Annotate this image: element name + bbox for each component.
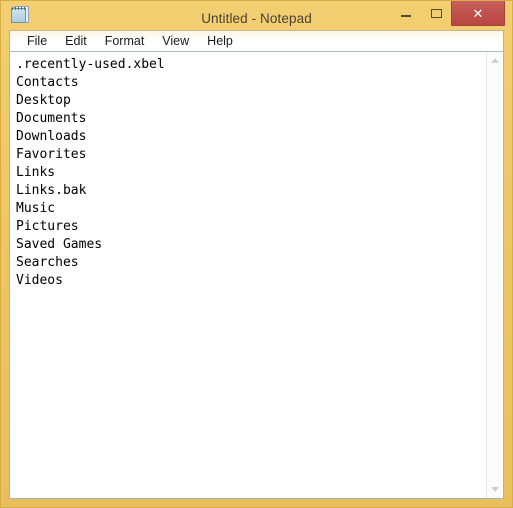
minimize-icon	[401, 15, 411, 17]
editor-line: Downloads	[16, 129, 87, 144]
maximize-icon	[430, 9, 442, 18]
scroll-down-arrow-icon	[491, 487, 499, 492]
menu-item-format[interactable]: Format	[96, 31, 154, 51]
minimize-button[interactable]	[391, 1, 421, 26]
editor-line: Documents	[16, 111, 87, 126]
scrollbar-track[interactable]	[487, 69, 503, 481]
notepad-window: Untitled - Notepad ✕ File Edit Format Vi…	[0, 0, 513, 508]
editor-line: .recently-used.xbel	[16, 57, 165, 72]
menu-item-file[interactable]: File	[18, 31, 56, 51]
editor-line: Searches	[16, 255, 79, 270]
editor-line: Favorites	[16, 147, 87, 162]
maximize-button[interactable]	[421, 1, 451, 26]
vertical-scrollbar[interactable]	[486, 52, 503, 498]
editor-line: Music	[16, 201, 56, 216]
window-controls: ✕	[391, 1, 505, 26]
text-editor[interactable]: .recently-used.xbel Contacts Desktop Docume…	[10, 52, 486, 498]
menu-item-help[interactable]: Help	[198, 31, 242, 51]
editor-line: Saved Games	[16, 237, 103, 252]
editor-line: Videos	[16, 273, 63, 288]
menu-bar: File Edit Format View Help	[10, 31, 503, 52]
scroll-up-button[interactable]	[487, 52, 503, 69]
editor-region: .recently-used.xbel Contacts Desktop Docume…	[10, 52, 503, 498]
close-icon: ✕	[472, 5, 484, 21]
notepad-icon	[11, 5, 30, 24]
close-button[interactable]: ✕	[451, 1, 505, 26]
editor-line: Contacts	[16, 75, 79, 90]
editor-line: Desktop	[16, 93, 71, 108]
editor-line: Links	[16, 165, 56, 180]
scroll-up-arrow-icon	[491, 58, 499, 63]
editor-line: Pictures	[16, 219, 79, 234]
menu-item-edit[interactable]: Edit	[56, 31, 96, 51]
menu-item-view[interactable]: View	[153, 31, 198, 51]
editor-line: Links.bak	[16, 183, 87, 198]
notepad-icon-rings	[12, 7, 25, 10]
title-bar[interactable]: Untitled - Notepad ✕	[9, 1, 505, 30]
notepad-icon-front-sheet	[11, 8, 26, 23]
client-area: File Edit Format View Help .recently-use…	[9, 30, 504, 499]
scroll-down-button[interactable]	[487, 481, 503, 498]
